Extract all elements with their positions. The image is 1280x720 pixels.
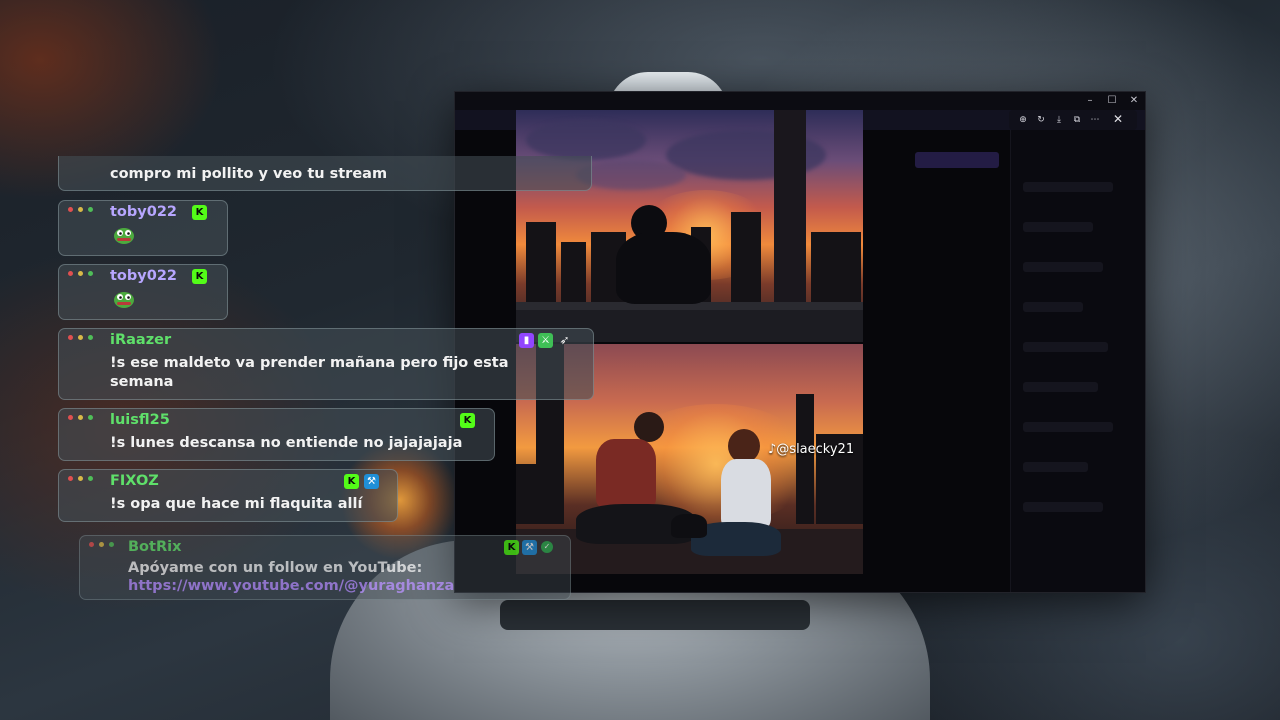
building bbox=[811, 232, 861, 302]
pepe-emote-icon bbox=[114, 228, 134, 244]
chat-username: toby022 bbox=[110, 268, 177, 284]
kick-badge-icon: K bbox=[460, 413, 475, 428]
download-icon[interactable]: ⤓ bbox=[1053, 114, 1065, 126]
chat-message: luisfl25 K !s lunes descansa no entiende… bbox=[58, 408, 495, 461]
chat-username: BotRix bbox=[128, 539, 182, 555]
chat-message-text: !s ese maldeto va prender mañana pero fi… bbox=[110, 355, 509, 390]
window-titlebar[interactable]: – ☐ ✕ bbox=[455, 92, 1145, 110]
tool-badge-icon: ⚒ bbox=[364, 474, 379, 489]
chat-username: toby022 bbox=[110, 204, 177, 220]
more-icon[interactable]: ⋯ bbox=[1089, 114, 1101, 126]
chat-message-text: Apóyame con un follow en YouTube: bbox=[128, 560, 423, 576]
kick-badge-icon: K bbox=[504, 540, 519, 555]
chat-message: FIXOZ K ⚒ !s opa que hace mi flaquita al… bbox=[58, 469, 398, 522]
chat-message-text: !s opa que hace mi flaquita allí bbox=[110, 496, 363, 512]
tool-badge-icon: ⚒ bbox=[522, 540, 537, 555]
cloud bbox=[576, 160, 686, 190]
woman-body bbox=[721, 459, 771, 529]
building bbox=[731, 212, 761, 302]
sword-badge-icon: ⚔ bbox=[538, 333, 553, 348]
window-dots bbox=[68, 271, 93, 276]
rotate-icon[interactable]: ↻ bbox=[1035, 114, 1047, 126]
close-icon[interactable]: ✕ bbox=[1111, 112, 1125, 126]
chat-message: iRaazer ▮ ⚔ ➶ !s ese maldeto va prender … bbox=[58, 328, 594, 400]
background-sidebar bbox=[1010, 130, 1145, 592]
chat-message-text: compro mi pollito y veo tu stream bbox=[110, 166, 388, 182]
window-dots bbox=[68, 476, 93, 481]
image-top bbox=[516, 110, 863, 342]
person-silhouette bbox=[616, 232, 711, 304]
youtube-link[interactable]: https://www.youtube.com/@yuraghanza bbox=[128, 577, 454, 596]
background-row bbox=[1023, 182, 1113, 192]
verified-badge-icon: ✓ bbox=[541, 541, 553, 553]
chat-message: compro mi pollito y veo tu stream bbox=[58, 156, 592, 191]
background-row bbox=[1023, 342, 1108, 352]
background-row bbox=[1023, 222, 1093, 232]
window-dots bbox=[68, 415, 93, 420]
chat-message: toby022 K bbox=[58, 200, 228, 256]
chat-username: luisfl25 bbox=[110, 412, 170, 428]
chat-username: iRaazer bbox=[110, 332, 172, 348]
background-row bbox=[1023, 382, 1098, 392]
kick-badge-icon: K bbox=[344, 474, 359, 489]
building bbox=[516, 464, 552, 524]
skyscraper bbox=[774, 110, 806, 302]
window-dots bbox=[68, 335, 93, 340]
window-dots bbox=[68, 207, 93, 212]
building bbox=[526, 222, 556, 302]
man-body bbox=[596, 439, 656, 509]
minimize-icon[interactable]: – bbox=[1083, 94, 1097, 108]
skyscraper bbox=[796, 394, 814, 524]
chat-username: FIXOZ bbox=[110, 473, 159, 489]
external-icon[interactable]: ⧉ bbox=[1071, 114, 1083, 126]
pepe-emote-icon bbox=[114, 292, 134, 308]
background-row bbox=[1023, 502, 1103, 512]
maximize-icon[interactable]: ☐ bbox=[1105, 94, 1119, 108]
background-row bbox=[1023, 302, 1083, 312]
suit-strap bbox=[500, 600, 810, 630]
background-chip bbox=[915, 152, 999, 168]
cloud bbox=[526, 120, 646, 160]
tiktok-watermark: ♪@slaecky21 bbox=[768, 442, 855, 457]
chat-message: toby022 K bbox=[58, 264, 228, 320]
building bbox=[561, 242, 586, 302]
rocket-badge-icon: ➶ bbox=[559, 333, 570, 347]
close-window-icon[interactable]: ✕ bbox=[1127, 94, 1141, 108]
chat-message-text: !s lunes descansa no entiende no jajajaj… bbox=[110, 435, 463, 451]
window-dots bbox=[89, 542, 114, 547]
zoom-in-icon[interactable]: ⊕ bbox=[1017, 114, 1029, 126]
kick-badge-icon: K bbox=[192, 205, 207, 220]
woman-head bbox=[728, 429, 760, 463]
background-row bbox=[1023, 262, 1103, 272]
chat-message-bot: BotRix K ⚒ ✓ Apóyame con un follow en Yo… bbox=[79, 535, 571, 600]
man-head bbox=[634, 412, 664, 442]
twitch-badge-icon: ▮ bbox=[519, 333, 534, 348]
dog bbox=[671, 514, 707, 538]
background-row bbox=[1023, 462, 1088, 472]
background-row bbox=[1023, 422, 1113, 432]
kick-badge-icon: K bbox=[192, 269, 207, 284]
